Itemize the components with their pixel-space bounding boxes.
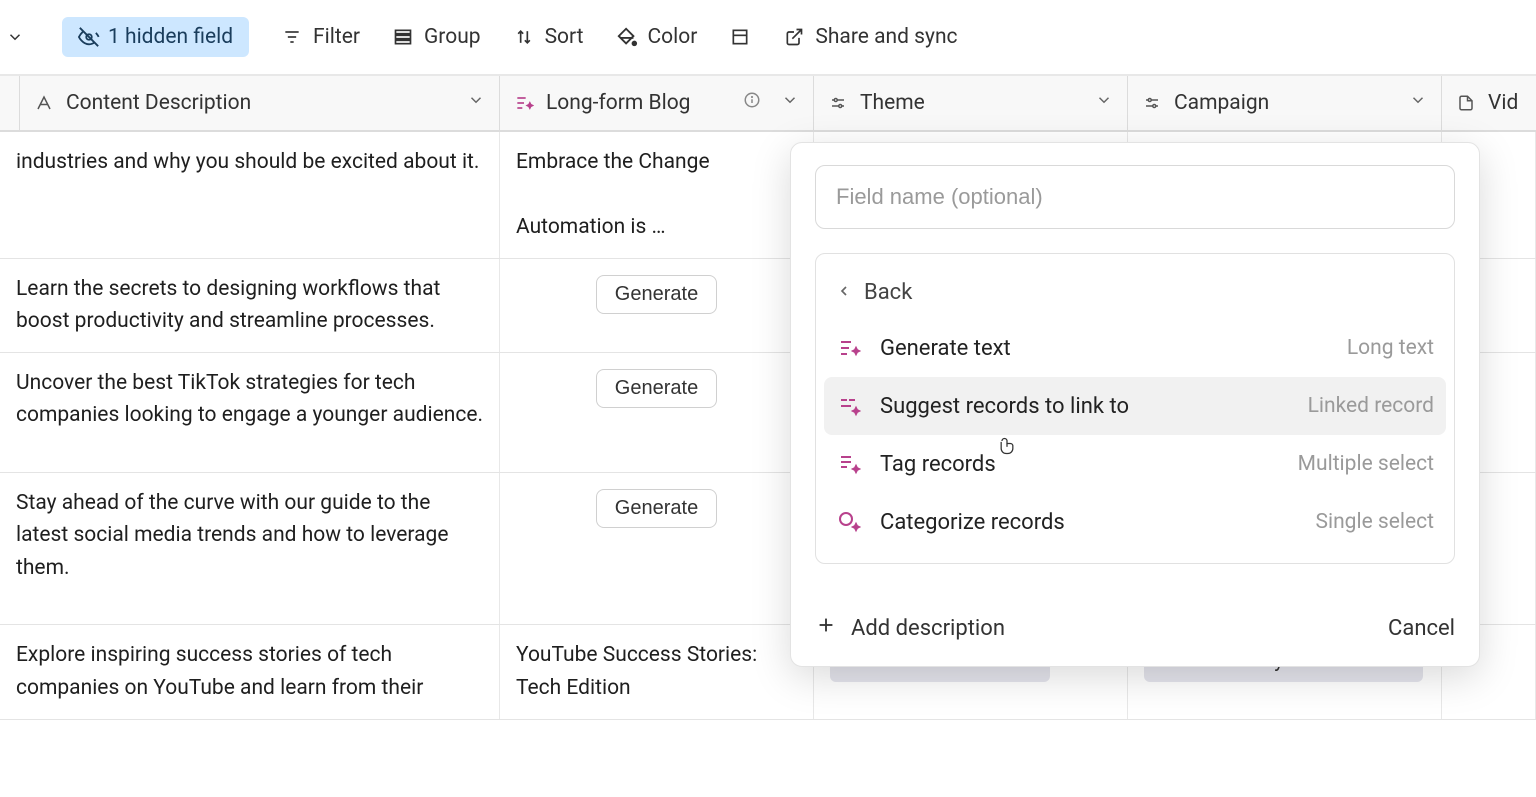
- option-type: Long text: [1347, 336, 1434, 360]
- column-header-campaign[interactable]: Campaign: [1128, 76, 1442, 130]
- column-label: Long-form Blog: [546, 91, 690, 115]
- chevron-down-icon: [1409, 91, 1427, 115]
- option-suggest-records[interactable]: Suggest records to link to Linked record: [824, 377, 1446, 435]
- row-selector-column: [0, 76, 20, 130]
- filter-label: Filter: [313, 25, 360, 49]
- option-categorize-records[interactable]: Categorize records Single select: [816, 493, 1454, 551]
- row-height-button[interactable]: [729, 26, 751, 48]
- ai-text-icon: [836, 335, 862, 361]
- sort-label: Sort: [545, 25, 584, 49]
- column-label: Theme: [860, 91, 925, 115]
- generate-button[interactable]: Generate: [596, 489, 717, 528]
- cell-long-form-blog[interactable]: Generate: [500, 473, 814, 625]
- group-icon: [392, 26, 414, 48]
- attachment-icon: [1456, 93, 1476, 113]
- option-tag-records[interactable]: Tag records Multiple select: [816, 435, 1454, 493]
- cell-content-description[interactable]: Learn the secrets to designing workflows…: [0, 259, 500, 352]
- paint-bucket-icon: [616, 26, 638, 48]
- option-label: Generate text: [880, 336, 1011, 361]
- option-type: Linked record: [1308, 394, 1434, 418]
- sliders-icon: [1142, 93, 1162, 113]
- sliders-icon: [828, 93, 848, 113]
- cell-content-description[interactable]: Explore inspiring success stories of tec…: [0, 625, 500, 718]
- filter-icon: [281, 26, 303, 48]
- text-field-icon: [34, 93, 54, 113]
- column-label: Campaign: [1174, 91, 1269, 115]
- option-label: Suggest records to link to: [880, 394, 1129, 419]
- ai-field-options: Back Generate text Long text Suggest rec…: [815, 253, 1455, 564]
- add-description-button[interactable]: Add description: [815, 614, 1005, 642]
- column-label: Content Description: [66, 91, 251, 115]
- cell-content-description[interactable]: industries and why you should be excited…: [0, 132, 500, 258]
- chevron-left-icon: [836, 280, 852, 305]
- share-icon: [783, 26, 805, 48]
- chevron-down-icon: [781, 91, 799, 115]
- add-description-label: Add description: [851, 616, 1005, 641]
- column-header-theme[interactable]: Theme: [814, 76, 1128, 130]
- cell-content-description[interactable]: Stay ahead of the curve with our guide t…: [0, 473, 500, 625]
- column-label: Vid: [1488, 91, 1518, 115]
- option-type: Single select: [1316, 510, 1435, 534]
- color-label: Color: [648, 25, 698, 49]
- eye-off-icon: [78, 26, 100, 48]
- sort-icon: [513, 26, 535, 48]
- filter-button[interactable]: Filter: [281, 25, 360, 49]
- cell-long-form-blog[interactable]: Embrace the Change Automation is …: [500, 132, 814, 258]
- generate-button[interactable]: Generate: [596, 369, 717, 408]
- column-header-video[interactable]: Vid: [1442, 76, 1536, 130]
- back-button[interactable]: Back: [816, 266, 1454, 319]
- cancel-button[interactable]: Cancel: [1388, 616, 1455, 641]
- column-header-content-description[interactable]: Content Description: [20, 76, 500, 130]
- group-label: Group: [424, 25, 481, 49]
- back-label: Back: [864, 280, 912, 305]
- chevron-down-icon: [467, 91, 485, 115]
- cell-long-form-blog[interactable]: YouTube Success Stories: Tech Edition: [500, 625, 814, 718]
- hidden-fields-label: 1 hidden field: [108, 25, 233, 49]
- column-headers: Content Description Long-form Blog Theme…: [0, 76, 1536, 132]
- share-label: Share and sync: [815, 25, 957, 49]
- ai-link-icon: [836, 393, 862, 419]
- column-header-long-form-blog[interactable]: Long-form Blog: [500, 76, 814, 130]
- group-button[interactable]: Group: [392, 25, 481, 49]
- view-menu-chevron[interactable]: [0, 28, 30, 46]
- cell-long-form-blog[interactable]: Generate: [500, 353, 814, 472]
- field-config-popover: Back Generate text Long text Suggest rec…: [790, 142, 1480, 667]
- cell-content-description[interactable]: Uncover the best TikTok strategies for t…: [0, 353, 500, 472]
- sort-button[interactable]: Sort: [513, 25, 584, 49]
- chevron-down-icon: [1095, 91, 1113, 115]
- ai-text-icon: [514, 93, 534, 113]
- info-icon: [743, 91, 761, 115]
- option-type: Multiple select: [1298, 452, 1434, 476]
- ai-category-icon: [836, 509, 862, 535]
- hidden-fields-button[interactable]: 1 hidden field: [62, 17, 249, 57]
- field-name-input[interactable]: [815, 165, 1455, 229]
- ai-tags-icon: [836, 451, 862, 477]
- option-label: Categorize records: [880, 510, 1065, 535]
- option-generate-text[interactable]: Generate text Long text: [816, 319, 1454, 377]
- view-toolbar: 1 hidden field Filter Group Sort Color S…: [0, 0, 1536, 76]
- color-button[interactable]: Color: [616, 25, 698, 49]
- cell-long-form-blog[interactable]: Generate: [500, 259, 814, 352]
- row-height-icon: [729, 26, 751, 48]
- generate-button[interactable]: Generate: [596, 275, 717, 314]
- option-label: Tag records: [880, 452, 996, 477]
- plus-icon: [815, 614, 837, 642]
- share-sync-button[interactable]: Share and sync: [783, 25, 957, 49]
